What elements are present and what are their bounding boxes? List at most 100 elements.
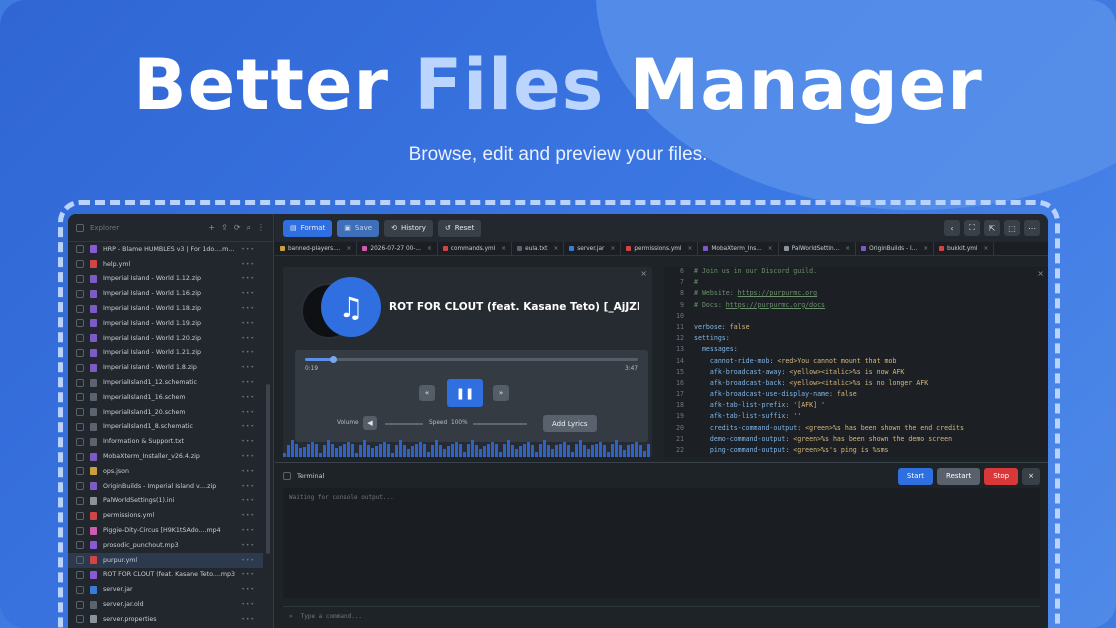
- file-checkbox[interactable]: [76, 393, 84, 402]
- file-list-item[interactable]: ops.json •••: [68, 464, 263, 479]
- close-icon[interactable]: ×: [640, 269, 647, 278]
- file-list-item[interactable]: server.jar.old •••: [68, 597, 263, 612]
- toolbar-icon-button[interactable]: ⋯: [1024, 220, 1040, 236]
- file-list-item[interactable]: permissions.yml •••: [68, 508, 263, 523]
- file-list-item[interactable]: Imperial Island - World 1.16.zip •••: [68, 286, 263, 301]
- panel-divider[interactable]: [275, 462, 1048, 463]
- more-options-icon[interactable]: •••: [241, 379, 255, 386]
- more-options-icon[interactable]: •••: [241, 423, 255, 430]
- file-checkbox[interactable]: [76, 289, 84, 298]
- explorer-tool-icon[interactable]: ⋮: [257, 223, 265, 233]
- file-list-item[interactable]: HRP - Blame HUMBLES v3 | For 1do....mp3 •…: [68, 242, 263, 257]
- file-tab[interactable]: MobaXterm_Ins... ×: [698, 242, 779, 255]
- explorer-tool-icon[interactable]: ⟳: [234, 223, 241, 233]
- file-checkbox[interactable]: [76, 245, 84, 254]
- file-checkbox[interactable]: [76, 541, 84, 550]
- file-checkbox[interactable]: [76, 348, 84, 357]
- file-list-item[interactable]: Information & Support.txt •••: [68, 434, 263, 449]
- more-options-icon[interactable]: •••: [241, 542, 255, 549]
- file-tab[interactable]: commands.yml ×: [438, 242, 513, 255]
- close-tab-icon[interactable]: ×: [984, 246, 989, 252]
- select-all-checkbox[interactable]: [76, 223, 84, 232]
- explorer-tool-icon[interactable]: ⌕: [247, 223, 251, 233]
- file-tab[interactable]: permissions.yml ×: [621, 242, 699, 255]
- format-button[interactable]: ▤ Format: [283, 219, 333, 237]
- file-list-item[interactable]: ROT FOR CLOUT (feat. Kasane Teto....mp3 •…: [68, 568, 263, 583]
- file-checkbox[interactable]: [76, 334, 84, 343]
- file-checkbox[interactable]: [76, 556, 84, 565]
- file-list-item[interactable]: purpur.yml •••: [68, 552, 263, 568]
- file-checkbox[interactable]: [76, 600, 84, 609]
- close-tab-icon[interactable]: ×: [923, 246, 928, 252]
- file-checkbox[interactable]: [76, 511, 84, 520]
- file-list-item[interactable]: server.properties •••: [68, 612, 263, 627]
- restart-button[interactable]: Restart: [937, 467, 981, 485]
- volume-icon[interactable]: ◀: [363, 416, 377, 430]
- close-tab-icon[interactable]: ×: [768, 246, 773, 252]
- file-list-item[interactable]: ImperialIsland1_16.schem •••: [68, 390, 263, 405]
- file-list-item[interactable]: ImperialIsland1_20.schem •••: [68, 405, 263, 420]
- file-list-item[interactable]: ImperialIsland1_12.schematic •••: [68, 375, 263, 390]
- file-tab[interactable]: bukkit.yml ×: [934, 242, 995, 255]
- file-list-item[interactable]: ImperialIsland1_8.schematic •••: [68, 420, 263, 435]
- code-editor[interactable]: × 6 # Join us in our Discord guild. 7 #8 # W…: [664, 267, 1048, 457]
- file-list-item[interactable]: Imperial Island - World 1.20.zip •••: [68, 331, 263, 346]
- volume-slider[interactable]: [385, 423, 423, 425]
- file-checkbox[interactable]: [76, 467, 84, 476]
- more-options-icon[interactable]: •••: [241, 305, 255, 312]
- file-checkbox[interactable]: [76, 452, 84, 461]
- file-tab[interactable]: eula.txt ×: [512, 242, 565, 255]
- file-list-item[interactable]: OriginBuilds - Imperial Island v....zip •…: [68, 479, 263, 494]
- close-tab-icon[interactable]: ×: [845, 246, 850, 252]
- toolbar-icon-button[interactable]: ⇱: [984, 220, 1000, 236]
- more-options-icon[interactable]: •••: [241, 512, 255, 519]
- file-checkbox[interactable]: [76, 378, 84, 387]
- close-terminal-button[interactable]: ×: [1022, 467, 1040, 485]
- more-options-icon[interactable]: •••: [241, 438, 255, 445]
- close-tab-icon[interactable]: ×: [347, 246, 352, 252]
- more-options-icon[interactable]: •••: [241, 601, 255, 608]
- forward-button[interactable]: »: [493, 385, 509, 401]
- file-list-item[interactable]: Imperial Island - World 1.21.zip •••: [68, 346, 263, 361]
- more-options-icon[interactable]: •••: [241, 409, 255, 416]
- history-button[interactable]: ⟲ History: [384, 219, 433, 237]
- speed-slider[interactable]: [473, 423, 527, 425]
- add-lyrics-button[interactable]: Add Lyrics: [543, 415, 597, 432]
- file-list-item[interactable]: Imperial Island - World 1.18.zip •••: [68, 301, 263, 316]
- seek-bar[interactable]: [305, 356, 638, 363]
- file-list-item[interactable]: PalWorldSettings(1).ini •••: [68, 494, 263, 509]
- file-checkbox[interactable]: [76, 304, 84, 313]
- file-checkbox[interactable]: [76, 274, 84, 283]
- file-checkbox[interactable]: [76, 260, 84, 269]
- more-options-icon[interactable]: •••: [241, 335, 255, 342]
- more-options-icon[interactable]: •••: [241, 275, 255, 282]
- file-checkbox[interactable]: [76, 437, 84, 446]
- file-checkbox[interactable]: [76, 408, 84, 417]
- file-tab[interactable]: server.jar ×: [564, 242, 622, 255]
- file-checkbox[interactable]: [76, 482, 84, 491]
- sidebar-scrollbar[interactable]: [266, 384, 270, 554]
- file-tab[interactable]: banned-players.... ×: [275, 242, 358, 255]
- close-tab-icon[interactable]: ×: [610, 246, 615, 252]
- toolbar-icon-button[interactable]: ‹: [944, 220, 960, 236]
- file-checkbox[interactable]: [76, 319, 84, 328]
- start-button[interactable]: Start: [897, 467, 934, 485]
- more-options-icon[interactable]: •••: [241, 453, 255, 460]
- more-options-icon[interactable]: •••: [241, 497, 255, 504]
- toolbar-icon-button[interactable]: ⛶: [964, 220, 980, 236]
- file-list-item[interactable]: prosodic_punchout.mp3 •••: [68, 538, 263, 553]
- file-list-item[interactable]: MobaXterm_Installer_v26.4.zip •••: [68, 449, 263, 464]
- file-checkbox[interactable]: [76, 615, 84, 624]
- file-tab[interactable]: OriginBuilds - I... ×: [856, 242, 935, 255]
- file-list-item[interactable]: Imperial Island - World 1.12.zip •••: [68, 272, 263, 287]
- file-tab[interactable]: PalWorldSettin... ×: [779, 242, 857, 255]
- more-options-icon[interactable]: •••: [241, 349, 255, 356]
- more-options-icon[interactable]: •••: [241, 261, 255, 268]
- file-checkbox[interactable]: [76, 422, 84, 431]
- more-options-icon[interactable]: •••: [241, 483, 255, 490]
- file-list-item[interactable]: Imperial Island - World 1.19.zip •••: [68, 316, 263, 331]
- file-list-item[interactable]: server.jar •••: [68, 582, 263, 597]
- file-checkbox[interactable]: [76, 585, 84, 594]
- seek-handle[interactable]: [329, 356, 337, 363]
- file-list-item[interactable]: Piggie-Dity-Circus [H9K1tSAdo....mp4 •••: [68, 523, 263, 538]
